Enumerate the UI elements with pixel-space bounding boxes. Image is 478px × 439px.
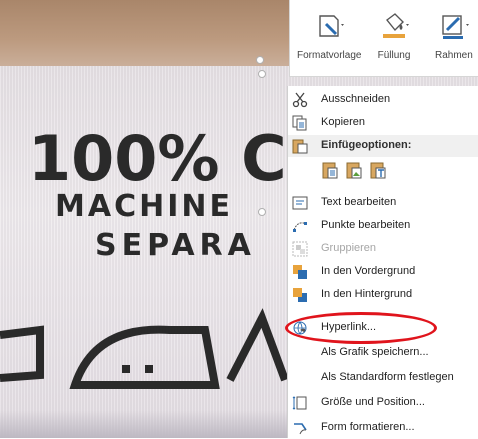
menu-item-format-shape[interactable]: Form formatieren...: [288, 417, 478, 439]
highlight-annotation: [285, 312, 437, 344]
paste-icon: [292, 139, 308, 154]
resize-handle-top[interactable]: [258, 70, 266, 78]
menu-item-label: Text bearbeiten: [321, 196, 397, 208]
menu-item-label: Form formatieren...: [321, 421, 415, 433]
resize-handle-right[interactable]: [258, 208, 266, 216]
menu-item-paste-options: Einfügeoptionen:: [288, 135, 478, 157]
size-position-icon: [292, 396, 307, 410]
fill-bucket-icon: [383, 13, 409, 38]
outline-button[interactable]: Rahmen: [435, 6, 473, 70]
mini-toolbar: Formatvorlage Füllung Rahmen: [289, 0, 478, 77]
menu-item-label: Als Grafik speichern...: [321, 346, 429, 358]
menu-item-label: Einfügeoptionen:: [321, 139, 412, 151]
iron-symbol: [69, 325, 220, 389]
menu-item-edit-points[interactable]: Punkte bearbeiten: [288, 215, 478, 237]
send-backward-icon: [293, 288, 307, 302]
label-line-3: SEPARA: [95, 228, 256, 263]
menu-item-copy[interactable]: Kopieren: [288, 112, 478, 134]
copy-icon: [292, 115, 307, 131]
fill-label: Füllung: [377, 50, 411, 61]
menu-item-label: Größe und Position...: [321, 396, 425, 408]
context-menu: Ausschneiden Kopieren Einfügeoptionen: T…: [287, 86, 478, 438]
care-symbols: [0, 308, 289, 389]
paste-text-only-icon[interactable]: [369, 161, 387, 179]
text-box-icon: [292, 196, 308, 210]
menu-item-label: In den Hintergrund: [321, 288, 413, 300]
paste-picture-icon[interactable]: [345, 161, 363, 179]
fill-button[interactable]: Füllung: [377, 6, 411, 70]
group-icon: [292, 241, 308, 257]
menu-item-label: Gruppieren: [321, 242, 377, 254]
menu-item-save-as-picture[interactable]: Als Grafik speichern...: [288, 342, 478, 364]
bleach-symbol: [226, 308, 289, 382]
menu-item-size-position[interactable]: Größe und Position...: [288, 392, 478, 414]
scissors-icon: [292, 92, 308, 108]
format-style-label: Formatvorlage: [297, 50, 362, 61]
shape-style-icon: [319, 15, 345, 37]
menu-item-label: In den Vordergrund: [321, 265, 416, 277]
menu-item-label: Kopieren: [321, 116, 366, 128]
menu-item-group[interactable]: Gruppieren: [288, 238, 478, 260]
iron-dots: [122, 365, 153, 373]
menu-item-label: Punkte bearbeiten: [321, 219, 411, 231]
menu-item-label: Als Standardform festlegen: [321, 371, 454, 383]
edit-points-icon: [293, 222, 307, 232]
menu-item-set-default-shape[interactable]: Als Standardform festlegen: [288, 367, 478, 389]
outline-label: Rahmen: [435, 50, 473, 61]
paste-keep-formatting-icon[interactable]: [321, 161, 339, 179]
wash-symbol: [0, 325, 44, 382]
menu-item-edit-text[interactable]: Text bearbeiten: [288, 192, 478, 214]
rotate-handle[interactable]: [256, 56, 264, 64]
format-shape-icon: [294, 423, 307, 435]
outline-pen-icon: [442, 15, 469, 39]
format-style-button[interactable]: Formatvorlage: [297, 6, 361, 70]
menu-item-bring-forward[interactable]: In den Vordergrund: [288, 261, 478, 283]
menu-item-send-backward[interactable]: In den Hintergrund: [288, 284, 478, 306]
label-line-2: MACHINE: [55, 189, 233, 224]
bring-forward-icon: [293, 265, 307, 279]
menu-item-cut[interactable]: Ausschneiden: [288, 89, 478, 111]
paste-options-row: [321, 161, 387, 179]
menu-item-label: Ausschneiden: [321, 93, 391, 105]
